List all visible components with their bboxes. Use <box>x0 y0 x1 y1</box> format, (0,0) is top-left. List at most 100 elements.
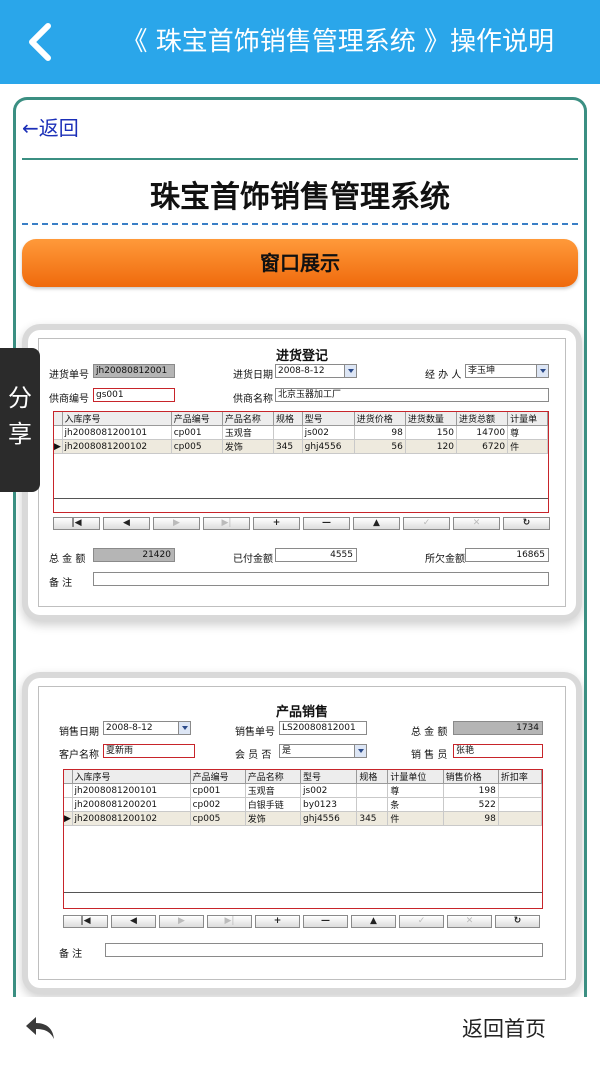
next-record-button[interactable]: ▶ <box>153 517 200 530</box>
share-label-2: 享 <box>8 420 32 448</box>
refresh-button[interactable]: ↻ <box>503 517 550 530</box>
table-cell: jh2008081200101 <box>72 783 191 798</box>
share-tab[interactable]: 分 享 <box>0 348 40 492</box>
post-record-button[interactable]: ✓ <box>403 517 450 530</box>
first-record-button[interactable]: |◀ <box>63 915 108 928</box>
table-cell <box>356 797 389 812</box>
date-picker[interactable]: 2008-8-12 <box>275 364 357 378</box>
table-cell <box>498 811 543 826</box>
cancel-record-button[interactable]: ✕ <box>453 517 500 530</box>
column-header[interactable]: 进货总额 <box>456 412 509 426</box>
row-indicator: ▶ <box>54 439 63 454</box>
purchase-form: 进货登记 进货单号 jh20080812001 进货日期 2008-8-12 经… <box>38 338 566 607</box>
back-arrow-icon[interactable] <box>22 20 62 64</box>
edit-record-button[interactable]: ▲ <box>353 517 400 530</box>
cancel-record-button[interactable]: ✕ <box>447 915 492 928</box>
total-field[interactable]: 21420 <box>93 548 175 562</box>
share-label-1: 分 <box>8 384 32 412</box>
seller-field[interactable]: 张艳 <box>453 744 543 758</box>
refresh-button[interactable]: ↻ <box>495 915 540 928</box>
prev-record-button[interactable]: ◀ <box>111 915 156 928</box>
column-header[interactable]: 型号 <box>300 770 358 784</box>
table-row[interactable]: jh2008081200201 cp002 白银手链 by0123 条 522 <box>64 797 543 812</box>
table-cell: ghj4556 <box>300 811 358 826</box>
column-header[interactable]: 计量单位 <box>387 770 444 784</box>
delete-record-button[interactable]: — <box>303 915 348 928</box>
last-record-button[interactable]: ▶| <box>203 517 250 530</box>
sales-remark-field[interactable] <box>105 943 543 957</box>
column-header[interactable]: 产品名称 <box>245 770 302 784</box>
customer-field[interactable]: 夏新雨 <box>103 744 195 758</box>
supplier-no-field[interactable]: gs001 <box>93 388 175 402</box>
table-cell: 98 <box>354 425 406 440</box>
chevron-down-icon[interactable] <box>344 365 356 377</box>
table-cell: cp005 <box>190 811 246 826</box>
table-row[interactable]: jh2008081200101 cp001 玉观音 js002 尊 198 <box>64 783 543 798</box>
purchase-table: 入库序号 产品编号 产品名称 规格 型号 进货价格 进货数量 进货总额 计量单 <box>54 412 548 454</box>
row-indicator <box>64 783 73 798</box>
date-value: 2008-8-12 <box>278 366 325 376</box>
column-header[interactable]: 产品名称 <box>222 412 274 426</box>
supplier-name-label: 供商名称 <box>233 394 273 405</box>
table-cell: 件 <box>507 439 548 454</box>
chevron-down-icon[interactable] <box>536 365 548 377</box>
return-link[interactable]: ←返回 <box>22 112 79 141</box>
table-row[interactable]: jh2008081200101 cp001 玉观音 js002 98 150 1… <box>54 425 548 440</box>
member-select[interactable]: 是 <box>279 744 367 758</box>
column-header[interactable]: 规格 <box>356 770 389 784</box>
owed-field[interactable]: 16865 <box>465 548 549 562</box>
sales-table: 入库序号 产品编号 产品名称 型号 规格 计量单位 销售价格 折扣率 jh200… <box>64 770 543 826</box>
last-record-button[interactable]: ▶| <box>207 915 252 928</box>
column-header[interactable]: 折扣率 <box>498 770 543 784</box>
add-record-button[interactable]: + <box>253 517 300 530</box>
chevron-down-icon[interactable] <box>354 745 366 757</box>
table-row[interactable]: ▶ jh2008081200102 cp005 发饰 ghj4556 345 件… <box>64 811 543 826</box>
first-record-button[interactable]: |◀ <box>53 517 100 530</box>
sales-date-picker[interactable]: 2008-8-12 <box>103 721 191 735</box>
column-header[interactable]: 规格 <box>273 412 303 426</box>
column-header[interactable]: 计量单 <box>507 412 548 426</box>
column-header[interactable]: 进货数量 <box>405 412 457 426</box>
sales-order-no-field[interactable]: LS20080812001 <box>279 721 367 735</box>
sales-total-field[interactable]: 1734 <box>453 721 543 735</box>
add-record-button[interactable]: + <box>255 915 300 928</box>
chevron-down-icon[interactable] <box>178 722 190 734</box>
table-cell: 玉观音 <box>245 783 302 798</box>
sales-grid[interactable]: 入库序号 产品编号 产品名称 型号 规格 计量单位 销售价格 折扣率 jh200… <box>63 769 543 909</box>
remark-field[interactable] <box>93 572 549 586</box>
column-header[interactable]: 进货价格 <box>354 412 406 426</box>
column-header[interactable]: 产品编号 <box>190 770 246 784</box>
bottom-bar: 返回首页 <box>0 997 600 1067</box>
table-header-row: 入库序号 产品编号 产品名称 规格 型号 进货价格 进货数量 进货总额 计量单 <box>54 412 548 426</box>
edit-record-button[interactable]: ▲ <box>351 915 396 928</box>
column-header[interactable]: 入库序号 <box>62 412 172 426</box>
table-cell: 尊 <box>387 783 444 798</box>
delete-record-button[interactable]: — <box>303 517 350 530</box>
window-showcase-button[interactable]: 窗口展示 <box>22 239 578 287</box>
undo-arrow-icon[interactable] <box>22 1013 58 1043</box>
table-cell: cp005 <box>171 439 223 454</box>
next-record-button[interactable]: ▶ <box>159 915 204 928</box>
table-cell <box>498 783 543 798</box>
purchase-grid[interactable]: 入库序号 产品编号 产品名称 规格 型号 进货价格 进货数量 进货总额 计量单 <box>53 411 549 513</box>
supplier-name-field[interactable]: 北京玉器加工厂 <box>275 388 549 402</box>
member-value: 是 <box>282 746 292 756</box>
column-header[interactable]: 入库序号 <box>72 770 191 784</box>
row-indicator-header <box>64 770 73 784</box>
table-cell: cp001 <box>190 783 246 798</box>
prev-record-button[interactable]: ◀ <box>103 517 150 530</box>
sales-date-label: 销售日期 <box>59 727 99 738</box>
column-header[interactable]: 型号 <box>302 412 355 426</box>
order-no-field[interactable]: jh20080812001 <box>93 364 175 378</box>
column-header[interactable]: 销售价格 <box>443 770 499 784</box>
post-record-button[interactable]: ✓ <box>399 915 444 928</box>
handler-select[interactable]: 李玉坤 <box>465 364 549 378</box>
table-row[interactable]: ▶ jh2008081200102 cp005 发饰 345 ghj4556 5… <box>54 439 548 454</box>
purchase-nav-bar: |◀ ◀ ▶ ▶| + — ▲ ✓ ✕ ↻ <box>53 517 550 530</box>
table-cell: jh2008081200101 <box>62 425 172 440</box>
paid-field[interactable]: 4555 <box>275 548 357 562</box>
column-header[interactable]: 产品编号 <box>171 412 223 426</box>
return-home-button[interactable]: 返回首页 <box>462 1013 546 1043</box>
page-title: 《 珠宝首饰销售管理系统 》操作说明 <box>121 27 554 57</box>
paid-label: 已付金额 <box>233 554 273 565</box>
